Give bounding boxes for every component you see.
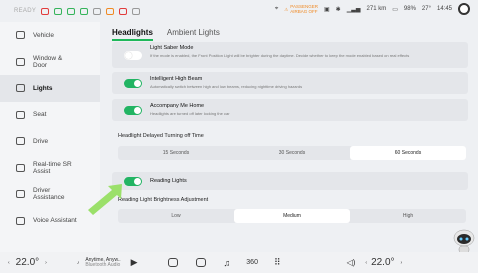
light-saber-desc: If the mode is enabled, the Front Positi… [150, 53, 410, 58]
airbag-status: ⚠ PASSENGER AIRBAG OFF [284, 4, 318, 14]
left-temp-increase[interactable]: › [45, 260, 47, 266]
delay-option-30[interactable]: 30 Seconds [234, 146, 350, 160]
battery-icon: ▭ [392, 6, 398, 13]
right-temp-value: 22.0° [371, 257, 395, 268]
warning-icon [41, 7, 50, 15]
sidebar-item-seat[interactable]: Seat [0, 102, 100, 129]
brightness-title: Reading Light Brightness Adjustment [118, 197, 209, 203]
seat-icon [16, 110, 25, 119]
profile-icon[interactable] [458, 3, 470, 15]
light-saber-title: Light Saber Mode [150, 45, 194, 51]
intelligent-beam-toggle[interactable] [124, 79, 142, 88]
apps-grid-icon[interactable]: ⠿ [274, 257, 281, 268]
location-icon: ⌖ [274, 5, 279, 12]
brightness-option-low[interactable]: Low [118, 209, 234, 223]
sidebar-item-drive[interactable]: Drive [0, 128, 100, 155]
brightness-selector: Low Medium High [118, 209, 466, 223]
sidebar-item-driver-assistance[interactable]: Driver Assistance [0, 181, 100, 208]
range-value: 271 km [366, 6, 387, 12]
reading-lights-toggle[interactable] [124, 177, 142, 186]
home-icon[interactable] [167, 258, 178, 267]
sidebar-item-real-time-sr[interactable]: Real-time SR Assist [0, 155, 100, 182]
bottom-bar: ‹ 22.0° › ♪ Anytime, Anyw.. Bluetooth Au… [0, 252, 478, 273]
reading-lights-title: Reading Lights [150, 178, 187, 184]
music-note-icon: ♪ [76, 259, 80, 266]
play-button[interactable]: ▶ [131, 257, 138, 268]
accompany-home-toggle[interactable] [124, 106, 142, 115]
lamp-icon [54, 7, 63, 15]
lights-tabs: Headlights Ambient Lights [106, 22, 472, 41]
delay-title: Headlight Delayed Turning off Time [118, 133, 204, 139]
left-temp-value: 22.0° [15, 257, 40, 268]
light-saber-row: Light Saber Mode If the mode is enabled,… [112, 42, 468, 68]
bluetooth-icon: ✱ [335, 6, 341, 13]
seatbelt-icon [119, 7, 128, 15]
assistant-robot-icon[interactable] [452, 228, 476, 254]
rear-fog-icon [106, 7, 115, 15]
light-icon [16, 84, 25, 93]
right-temp-decrease[interactable]: ‹ [365, 260, 367, 266]
battery-value: 98% [403, 6, 416, 12]
sr-icon [16, 163, 25, 172]
window-icon [16, 57, 25, 66]
camera-icon: ▣ [323, 6, 330, 13]
fog-light-icon [93, 7, 102, 15]
tab-ambient-lights[interactable]: Ambient Lights [167, 28, 220, 37]
right-temp-increase[interactable]: › [401, 260, 403, 266]
sidebar-item-window-door[interactable]: Window & Door [0, 49, 100, 76]
airbag-icon: ⚠ [284, 6, 289, 12]
intelligent-beam-title: Intelligent High Beam [150, 76, 203, 82]
car-icon [16, 31, 25, 40]
headlight-icon [67, 7, 76, 15]
volume-icon[interactable]: ◁) [347, 258, 356, 267]
sidebar-item-vehicle[interactable]: Vehicle [0, 22, 100, 49]
camera-360-icon[interactable]: 360 [246, 259, 258, 266]
brightness-option-high[interactable]: High [350, 209, 466, 223]
brightness-option-medium[interactable]: Medium [234, 209, 350, 223]
left-temp-decrease[interactable]: ‹ [8, 260, 10, 266]
pointer-arrow-icon [88, 184, 122, 215]
accompany-home-desc: Headlights are turned off later locking … [150, 111, 230, 116]
light-saber-toggle[interactable] [124, 51, 142, 60]
auto-hold-icon [132, 7, 141, 15]
parking-light-icon [80, 7, 89, 15]
accompany-home-title: Accompany Me Home [150, 103, 205, 109]
tab-headlights[interactable]: Headlights [112, 28, 153, 41]
steering-wheel-icon [16, 137, 25, 146]
sidebar-item-lights[interactable]: Lights [0, 75, 100, 102]
assistance-icon [16, 190, 25, 199]
intelligent-beam-row: Intelligent High Beam Automatically swit… [112, 72, 468, 94]
car-icon[interactable] [195, 258, 206, 267]
sidebar-item-voice-assistant[interactable]: Voice Assistant [0, 208, 100, 235]
status-bar: READY ⌖ ⚠ PASSENGER AIRBAG OFF ▣ ✱ ▁▃▅ 2… [0, 0, 478, 22]
voice-icon [16, 216, 25, 225]
now-playing[interactable]: Anytime, Anyw.. Bluetooth Audio [85, 257, 120, 268]
delay-option-60[interactable]: 60 Seconds [350, 146, 466, 160]
clock: 14:45 [436, 6, 452, 12]
intelligent-beam-desc: Automatically switch between high and lo… [150, 84, 303, 89]
lights-settings-panel: Headlights Ambient Lights Light Saber Mo… [106, 22, 472, 254]
ready-indicator: READY [14, 8, 37, 14]
screen: READY ⌖ ⚠ PASSENGER AIRBAG OFF ▣ ✱ ▁▃▅ 2… [0, 0, 478, 273]
music-icon[interactable]: ♫ [224, 258, 231, 268]
delay-selector: 15 Seconds 30 Seconds 60 Seconds [118, 146, 466, 160]
delay-option-15[interactable]: 15 Seconds [118, 146, 234, 160]
outside-temp: 27° [421, 6, 431, 12]
reading-lights-row: Reading Lights [112, 172, 468, 190]
accompany-home-row: Accompany Me Home Headlights are turned … [112, 99, 468, 121]
settings-sidebar: Vehicle Window & Door Lights Seat Drive … [0, 22, 100, 252]
signal-icon: ▁▃▅ [346, 6, 361, 13]
